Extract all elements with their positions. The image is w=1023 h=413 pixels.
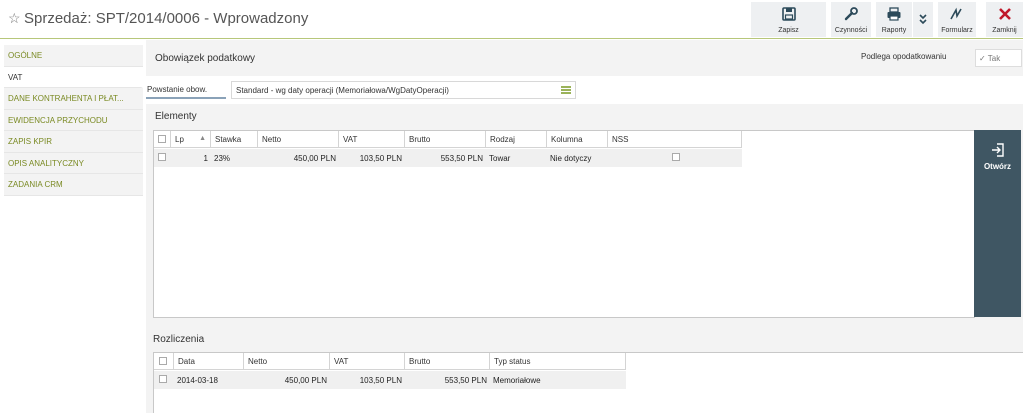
form-button[interactable]: Formularz bbox=[938, 2, 976, 37]
more-dropdown-button[interactable] bbox=[913, 2, 933, 37]
column-header-vat[interactable]: VAT bbox=[330, 353, 405, 370]
window-header: ☆ Sprzedaż: SPT/2014/0006 - Wprowadzony … bbox=[0, 0, 1023, 39]
reports-label: Raporty bbox=[881, 27, 907, 34]
main-panel: Obowiązek podatkowy Podlega opodatkowani… bbox=[146, 40, 1023, 413]
column-header-stawka[interactable]: Stawka bbox=[211, 131, 258, 148]
column-header-netto[interactable]: Netto bbox=[244, 353, 330, 370]
elements-grid: Lp ▲ Stawka Netto VAT Brutto Rodzaj Kolu… bbox=[153, 130, 975, 318]
table-row[interactable]: 1 23% 450,00 PLN 103,50 PLN 553,50 PLN T… bbox=[154, 149, 742, 167]
page-title: Sprzedaż: SPT/2014/0006 - Wprowadzony bbox=[24, 10, 309, 27]
column-header-rodzaj[interactable]: Rodzaj bbox=[486, 131, 547, 148]
signature-icon bbox=[950, 7, 962, 20]
select-all-checkbox[interactable] bbox=[158, 135, 166, 143]
actions-label: Czynności bbox=[834, 27, 868, 34]
column-header-data[interactable]: Data bbox=[174, 353, 244, 370]
elements-section-title: Elementy bbox=[155, 111, 197, 122]
settlements-grid-header: Data Netto VAT Brutto Typ status bbox=[154, 353, 626, 370]
open-button[interactable]: Otwórz bbox=[974, 130, 1021, 317]
sidebar-item-kpir[interactable]: ZAPIS KPIR bbox=[4, 131, 143, 153]
sidebar-item-vat[interactable]: VAT bbox=[4, 66, 143, 88]
nss-checkbox[interactable] bbox=[672, 153, 680, 161]
printer-icon bbox=[887, 7, 901, 21]
table-row[interactable]: 2014-03-18 450,00 PLN 103,50 PLN 553,50 … bbox=[154, 371, 626, 389]
list-icon[interactable] bbox=[561, 86, 571, 94]
sidebar-item-crm[interactable]: ZADANIA CRM bbox=[4, 174, 143, 196]
tax-subject-label: Podlega opodatkowaniu bbox=[861, 52, 947, 61]
column-header-typ-status[interactable]: Typ status bbox=[490, 353, 626, 370]
sidebar-item-analytic[interactable]: OPIS ANALITYCZNY bbox=[4, 152, 143, 174]
open-label: Otwórz bbox=[983, 162, 1012, 171]
save-button[interactable]: Zapisz bbox=[751, 2, 826, 37]
row-checkbox[interactable] bbox=[159, 375, 167, 383]
sort-asc-icon: ▲ bbox=[199, 135, 206, 142]
settlements-grid: Data Netto VAT Brutto Typ status 2014-03… bbox=[153, 352, 1023, 413]
column-header-vat[interactable]: VAT bbox=[339, 131, 405, 148]
chevron-down-icon bbox=[919, 14, 927, 25]
wrench-icon bbox=[844, 7, 858, 21]
column-header-lp[interactable]: Lp ▲ bbox=[171, 131, 211, 148]
column-header-kolumna[interactable]: Kolumna bbox=[547, 131, 608, 148]
save-label: Zapisz bbox=[778, 27, 799, 34]
reports-button[interactable]: Raporty bbox=[876, 2, 912, 37]
tax-origin-field[interactable]: Standard - wg daty operacji (Memoriałowa… bbox=[231, 81, 576, 99]
cell-vat: 103,50 PLN bbox=[359, 376, 402, 385]
cell-brutto: 553,50 PLN bbox=[444, 376, 487, 385]
column-header-netto[interactable]: Netto bbox=[258, 131, 339, 148]
column-header-nss[interactable]: NSS bbox=[608, 131, 742, 148]
close-label: Zamknij bbox=[992, 27, 1017, 34]
select-all-settlements-checkbox[interactable] bbox=[159, 357, 167, 365]
sidebar-item-contractor[interactable]: DANE KONTRAHENTA I PŁAT... bbox=[4, 88, 143, 110]
sidebar: OGÓLNE VAT DANE KONTRAHENTA I PŁAT... EW… bbox=[4, 45, 143, 196]
cell-stawka: 23% bbox=[214, 154, 231, 163]
favorite-star-icon[interactable]: ☆ bbox=[8, 10, 21, 27]
cell-rodzaj: Towar bbox=[489, 154, 511, 163]
sidebar-item-revenue-register[interactable]: EWIDENCJA PRZYCHODU bbox=[4, 109, 143, 131]
enter-icon bbox=[991, 143, 1004, 157]
close-button[interactable]: Zamknij bbox=[986, 2, 1023, 37]
tax-origin-value: Standard - wg daty operacji (Memoriałowa… bbox=[236, 86, 449, 95]
row-checkbox[interactable] bbox=[158, 153, 166, 161]
form-label: Formularz bbox=[941, 27, 973, 34]
cell-data: 2014-03-18 bbox=[177, 376, 218, 385]
cell-typ-status: Memoriałowe bbox=[493, 376, 541, 385]
actions-button[interactable]: Czynności bbox=[831, 2, 871, 37]
column-header-brutto[interactable]: Brutto bbox=[405, 131, 486, 148]
cell-netto: 450,00 PLN bbox=[284, 376, 327, 385]
floppy-disk-icon bbox=[781, 7, 796, 21]
cell-vat: 103,50 PLN bbox=[359, 154, 402, 163]
close-icon bbox=[998, 8, 1011, 20]
cell-brutto: 553,50 PLN bbox=[440, 154, 483, 163]
cell-lp: 1 bbox=[203, 154, 208, 163]
tax-origin-label: Powstanie obow. bbox=[146, 81, 226, 99]
tax-subject-value: Tak bbox=[987, 54, 1001, 63]
elements-grid-header: Lp ▲ Stawka Netto VAT Brutto Rodzaj Kolu… bbox=[154, 131, 742, 148]
tax-subject-field[interactable]: ✓ Tak bbox=[975, 49, 1022, 67]
cell-kolumna: Nie dotyczy bbox=[550, 154, 592, 163]
column-header-brutto[interactable]: Brutto bbox=[405, 353, 490, 370]
tax-section-title: Obowiązek podatkowy bbox=[155, 53, 256, 64]
cell-netto: 450,00 PLN bbox=[293, 154, 336, 163]
sidebar-item-general[interactable]: OGÓLNE bbox=[4, 45, 143, 67]
settlements-section-title: Rozliczenia bbox=[153, 334, 205, 345]
